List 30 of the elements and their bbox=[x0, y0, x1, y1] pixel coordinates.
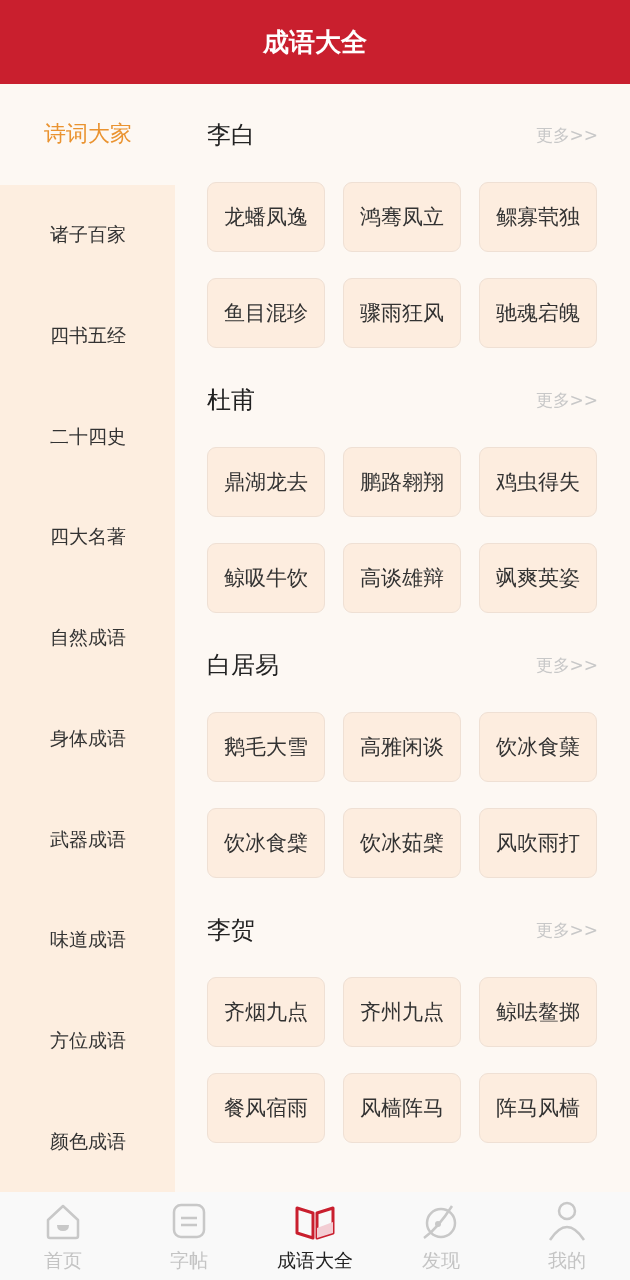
idiom-chip[interactable]: 鹅毛大雪 bbox=[207, 712, 325, 782]
idiom-chip[interactable]: 鳏寡茕独 bbox=[479, 182, 597, 252]
idiom-chip[interactable]: 风吹雨打 bbox=[479, 808, 597, 878]
idiom-chip[interactable]: 餐风宿雨 bbox=[207, 1073, 325, 1143]
idiom-chip[interactable]: 鹏路翱翔 bbox=[343, 447, 461, 517]
idiom-chip[interactable]: 饮冰食蘖 bbox=[479, 712, 597, 782]
section-title: 李贺 bbox=[207, 915, 255, 946]
section-title: 白居易 bbox=[207, 650, 279, 681]
idiom-chip[interactable]: 阵马风樯 bbox=[479, 1073, 597, 1143]
idiom-chip[interactable]: 饮冰食檗 bbox=[207, 808, 325, 878]
idiom-chip[interactable]: 鲸呿鳌掷 bbox=[479, 977, 597, 1047]
idiom-chip[interactable]: 风樯阵马 bbox=[343, 1073, 461, 1143]
idiom-chip[interactable]: 骤雨狂风 bbox=[343, 278, 461, 348]
idiom-chip[interactable]: 龙蟠凤逸 bbox=[207, 182, 325, 252]
tab-item[interactable]: 成语大全 bbox=[252, 1192, 378, 1280]
idiom-chip[interactable]: 饮冰茹檗 bbox=[343, 808, 461, 878]
idiom-chip[interactable]: 驰魂宕魄 bbox=[479, 278, 597, 348]
idiom-chip[interactable]: 齐州九点 bbox=[343, 977, 461, 1047]
idiom-chip[interactable]: 齐烟九点 bbox=[207, 977, 325, 1047]
idiom-chip[interactable]: 鸡虫得失 bbox=[479, 447, 597, 517]
page-title: 成语大全 bbox=[263, 25, 367, 59]
idiom-chip[interactable]: 高谈雄辩 bbox=[343, 543, 461, 613]
idiom-chip[interactable]: 高雅闲谈 bbox=[343, 712, 461, 782]
idiom-chip[interactable]: 鱼目混珍 bbox=[207, 278, 325, 348]
section-title: 李白 bbox=[207, 120, 255, 151]
section-title: 杜甫 bbox=[207, 385, 255, 416]
idiom-chip[interactable]: 鲸吸牛饮 bbox=[207, 543, 325, 613]
idiom-chip[interactable]: 鸿骞凤立 bbox=[343, 182, 461, 252]
idiom-chip[interactable]: 飒爽英姿 bbox=[479, 543, 597, 613]
idiom-chip[interactable]: 鼎湖龙去 bbox=[207, 447, 325, 517]
